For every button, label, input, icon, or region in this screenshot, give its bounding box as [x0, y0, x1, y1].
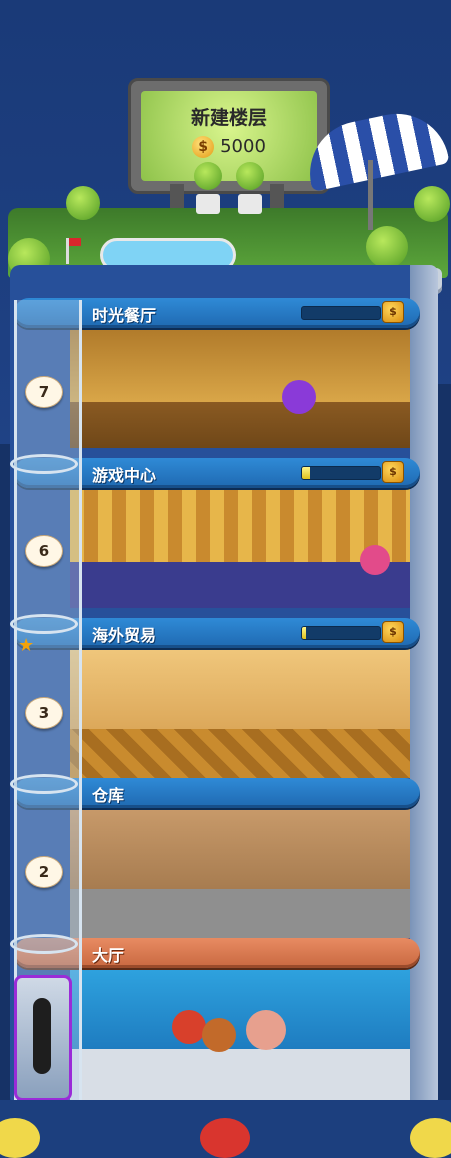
room-wall — [70, 965, 410, 1049]
room-floor — [70, 402, 410, 448]
floor-name: 时光餐厅 — [92, 306, 157, 325]
potted-plant-icon — [194, 162, 222, 190]
new-floor-billboard[interactable]: 新建楼层 $5000 — [128, 78, 330, 194]
elevator-panel — [33, 998, 51, 1074]
room-game-center[interactable] — [70, 488, 410, 608]
bush-icon — [366, 226, 408, 268]
bottom-button-right[interactable] — [410, 1118, 451, 1158]
star-icon: ★ — [18, 635, 35, 656]
floor-progress-bar — [301, 466, 381, 480]
billboard-price-value: 5000 — [220, 136, 266, 157]
plant-pot — [196, 194, 220, 214]
room-floor — [70, 1048, 410, 1100]
golf-flag-icon — [66, 238, 81, 264]
ground — [0, 1100, 451, 1158]
collect-coin-button[interactable]: $ — [382, 621, 404, 643]
floor-progress-bar — [301, 306, 381, 320]
umbrella-pole — [368, 160, 373, 230]
plant-pot — [238, 194, 262, 214]
floor-progress-bar — [301, 626, 381, 640]
room-floor — [70, 728, 410, 778]
elevator-ring — [10, 934, 78, 954]
floor-number-badge[interactable]: 6 — [25, 535, 63, 567]
room-floor — [70, 562, 410, 608]
floor-number-badge[interactable]: 7 — [25, 376, 63, 408]
room-overseas-trade[interactable] — [70, 648, 410, 778]
floor-name: 仓库 — [92, 786, 125, 805]
progress-fill — [302, 627, 306, 639]
room-wall — [70, 488, 410, 563]
bottom-button-center[interactable] — [200, 1118, 250, 1158]
potted-plant-icon — [236, 162, 264, 190]
character-icon[interactable] — [360, 545, 390, 575]
floor-number-badge[interactable]: 2 — [25, 856, 63, 888]
bush-icon — [414, 186, 450, 222]
floor-name: 海外贸易 — [92, 626, 157, 645]
coin-icon: $ — [192, 136, 215, 158]
bush-icon — [66, 186, 100, 220]
progress-fill — [302, 467, 310, 479]
room-warehouse[interactable] — [70, 808, 410, 938]
character-icon[interactable] — [282, 380, 316, 414]
character-icon[interactable] — [246, 1010, 286, 1050]
billboard-title: 新建楼层 — [190, 107, 267, 129]
room-wall — [70, 328, 410, 403]
floor-name: 大厅 — [92, 946, 125, 965]
bottom-button-left[interactable] — [0, 1118, 40, 1158]
elevator-icon[interactable] — [14, 975, 72, 1101]
collect-coin-button[interactable]: $ — [382, 301, 404, 323]
billboard-price: $5000 — [131, 136, 327, 158]
character-icon[interactable] — [202, 1018, 236, 1052]
collect-coin-button[interactable]: $ — [382, 461, 404, 483]
room-time-restaurant[interactable] — [70, 328, 410, 448]
floor-name: 游戏中心 — [92, 466, 157, 485]
room-wall — [70, 808, 410, 889]
room-lobby[interactable] — [70, 965, 410, 1100]
elevator-ring — [10, 454, 78, 474]
tower-side-wall — [410, 265, 438, 1107]
character-icon[interactable] — [172, 1010, 206, 1044]
elevator-ring — [10, 614, 78, 634]
floor-number-badge[interactable]: 3 — [25, 697, 63, 729]
room-floor — [70, 888, 410, 938]
room-wall — [70, 648, 410, 729]
elevator-ring — [10, 774, 78, 794]
